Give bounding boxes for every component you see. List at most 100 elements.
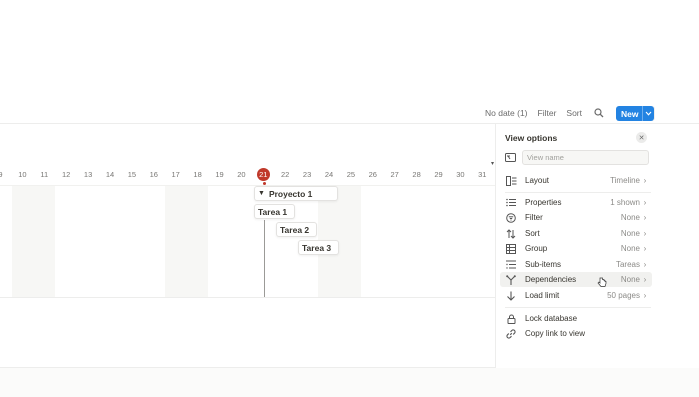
- day-label: 24: [324, 170, 334, 179]
- option-layout[interactable]: Layout Timeline ›: [500, 173, 652, 188]
- timeline-item-label: Tarea 1: [258, 206, 288, 217]
- day-label: 14: [105, 170, 115, 179]
- timeline-item[interactable]: Tarea 2: [276, 222, 317, 237]
- day-label: 12: [62, 170, 71, 179]
- option-label: Load limit: [525, 291, 560, 300]
- chevron-down-icon[interactable]: [643, 111, 654, 116]
- option-dependencies[interactable]: Dependencies None ›: [500, 272, 652, 287]
- day-label-today: 21: [259, 170, 268, 179]
- filter-icon: [505, 212, 517, 224]
- option-copy-link[interactable]: Copy link to view: [500, 326, 652, 341]
- option-value: None: [620, 213, 640, 222]
- option-value: None: [620, 244, 640, 253]
- lock-icon: [505, 313, 517, 325]
- timeline-item-label: Tarea 3: [302, 242, 332, 253]
- arrow-down-icon: [505, 290, 517, 302]
- option-label: Copy link to view: [525, 329, 586, 338]
- day-label: 30: [456, 170, 465, 179]
- day-label: 18: [193, 170, 202, 179]
- option-properties[interactable]: Properties 1 shown ›: [500, 195, 652, 210]
- day-label: 26: [368, 170, 377, 179]
- timeline-item-group[interactable]: ▼ Proyecto 1: [254, 186, 338, 201]
- chevron-right-icon: ›: [643, 229, 647, 238]
- timeline-item[interactable]: Tarea 1: [254, 204, 295, 219]
- option-load-limit[interactable]: Load limit 50 pages ›: [500, 288, 652, 303]
- day-label: 10: [18, 170, 27, 179]
- day-label: 9: [0, 170, 3, 179]
- day-label: 29: [434, 170, 443, 179]
- view-name-input[interactable]: [522, 150, 649, 165]
- timeline-item-label: Proyecto 1: [268, 188, 313, 199]
- view-options-panel: View options ✕ Layout Timeline › Propert…: [495, 124, 699, 368]
- collapse-triangle-icon[interactable]: ▼: [258, 190, 265, 197]
- option-subitems[interactable]: Sub-items Tareas ›: [500, 257, 652, 272]
- option-value: None: [620, 275, 640, 284]
- panel-title: View options: [505, 133, 558, 143]
- grid-top-line: [0, 185, 495, 186]
- sort-button[interactable]: Sort: [566, 108, 582, 118]
- link-icon: [505, 328, 517, 340]
- filter-button[interactable]: Filter: [538, 108, 557, 118]
- search-icon[interactable]: [592, 106, 606, 120]
- day-label: 28: [412, 170, 421, 179]
- option-label: Lock database: [525, 314, 578, 323]
- option-label: Group: [525, 244, 548, 253]
- table-icon: [505, 243, 517, 255]
- day-label: 11: [40, 170, 49, 179]
- chevron-right-icon: ›: [643, 198, 647, 207]
- option-value: None: [620, 229, 640, 238]
- option-label: Sort: [525, 229, 540, 238]
- day-label: 17: [171, 170, 180, 179]
- option-label: Filter: [525, 213, 543, 222]
- chevron-right-icon: ›: [643, 176, 647, 185]
- view-name-row: [505, 150, 650, 166]
- branch-icon: [505, 274, 517, 286]
- option-label: Properties: [525, 198, 562, 207]
- timeline-grid: 9 10 11 12 13 14 15 16 17 18 19 20 21 22 23 24 25 26 27 28 2…: [0, 0, 495, 397]
- today-dot-icon: [263, 182, 266, 185]
- chevron-right-icon: ›: [643, 275, 647, 284]
- day-label: 15: [127, 170, 137, 179]
- new-button-label: New: [621, 108, 639, 119]
- day-label: 20: [237, 170, 246, 179]
- day-label: 19: [215, 170, 224, 179]
- subitems-icon: [505, 259, 517, 271]
- option-sort[interactable]: Sort None ›: [500, 226, 652, 241]
- weekend-column: [12, 186, 55, 297]
- day-label: 25: [346, 170, 356, 179]
- day-label: 22: [281, 170, 290, 179]
- panel-divider: [505, 192, 651, 193]
- panel-divider: [505, 307, 651, 308]
- day-header: 9 10 11 12 13 14 15 16 17 18 19 20 21 22 23 24 25 26 27 28 2…: [0, 168, 495, 182]
- option-group[interactable]: Group None ›: [500, 241, 652, 256]
- hand-cursor-icon: [597, 277, 607, 287]
- grid-bottom-line: [0, 297, 495, 298]
- weekend-column: [165, 186, 208, 297]
- option-value: 1 shown: [610, 198, 640, 207]
- timeline-item-label: Tarea 2: [280, 224, 310, 235]
- option-lock-database[interactable]: Lock database: [500, 311, 652, 326]
- sort-icon: [505, 228, 517, 240]
- scroll-caret-icon: ▾: [491, 161, 495, 167]
- today-line: [264, 220, 265, 297]
- chevron-right-icon: ›: [643, 291, 647, 300]
- chevron-right-icon: ›: [643, 244, 647, 253]
- new-button[interactable]: New: [616, 106, 654, 121]
- option-label: Sub-items: [525, 260, 562, 269]
- day-label: 23: [302, 170, 312, 179]
- timeline-item[interactable]: Tarea 3: [298, 240, 339, 255]
- list-icon: [505, 197, 517, 209]
- layout-icon: [505, 175, 517, 187]
- option-value: Tareas: [615, 260, 640, 269]
- chevron-right-icon: ›: [643, 260, 647, 269]
- day-label: 16: [149, 170, 158, 179]
- close-icon[interactable]: ✕: [636, 132, 647, 143]
- day-label: 31: [478, 170, 487, 179]
- day-label: 27: [390, 170, 399, 179]
- option-value: 50 pages: [607, 291, 640, 300]
- view-name-icon: [505, 153, 517, 163]
- chevron-right-icon: ›: [643, 213, 647, 222]
- option-value: Timeline: [610, 176, 640, 185]
- option-filter[interactable]: Filter None ›: [500, 210, 652, 225]
- day-label: 13: [83, 170, 93, 179]
